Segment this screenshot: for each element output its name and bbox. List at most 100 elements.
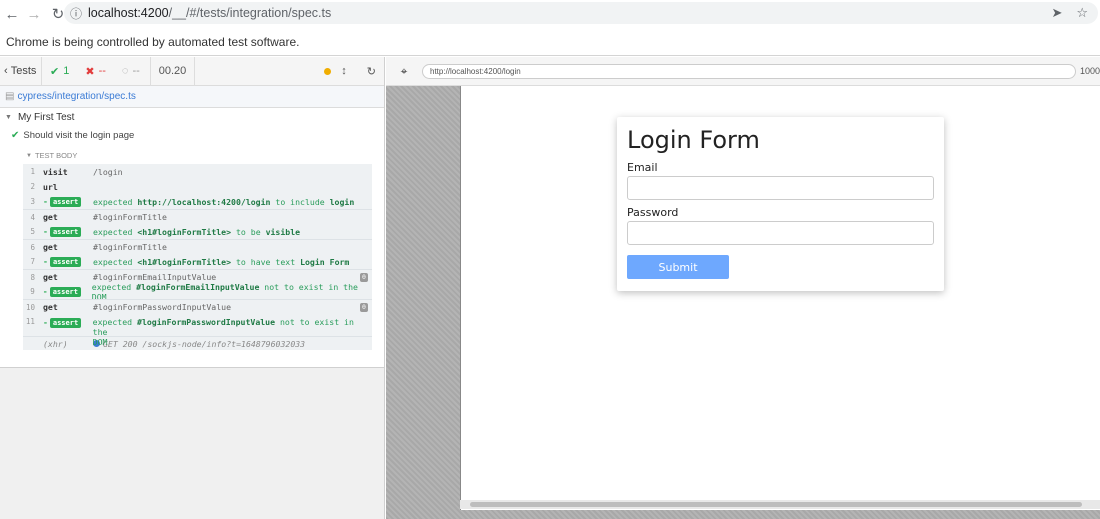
assert-message-part: Login Form	[300, 256, 350, 267]
suite-title-text: My First Test	[17, 111, 75, 123]
scrollbar-thumb[interactable]	[470, 502, 1082, 507]
assert-row[interactable]: 5 - assert expected <h1#loginFormTitle> to …	[23, 224, 372, 239]
assert-label: - assert	[39, 196, 93, 207]
auto-scroll-icon[interactable]: ↕	[341, 65, 347, 77]
command-number: 8	[30, 272, 35, 282]
assert-row[interactable]: 3 - assert expected http://localhost:4200/l…	[23, 194, 372, 209]
assert-badge: assert	[49, 227, 82, 237]
command-row[interactable]: 6 get #loginFormTitle	[23, 239, 372, 254]
bookmark-star-icon[interactable]: ☆	[1076, 5, 1088, 21]
assert-message: expected #loginFormPasswordInputValue no…	[93, 317, 372, 347]
selector-playground-icon[interactable]: ⌖	[386, 64, 422, 79]
assert-badge: assert	[49, 257, 82, 267]
login-form-title: Login Form	[627, 126, 760, 154]
tests-button[interactable]: ‹ Tests	[0, 56, 42, 86]
assert-row[interactable]: 7 - assert expected <h1#loginFormTitle> to …	[23, 254, 372, 269]
assert-message-part: <h1#loginFormTitle>	[137, 256, 232, 267]
spec-file-bar[interactable]: ▤ cypress/integration/spec.ts	[0, 86, 384, 108]
browser-toolbar: ← → ↻ ⓘ localhost:4200/__/#/tests/integr…	[0, 0, 1100, 28]
assert-label: - assert	[39, 317, 93, 328]
duration: 00.20	[149, 56, 196, 86]
email-field[interactable]	[627, 176, 934, 200]
back-arrow-icon[interactable]: ←	[2, 4, 22, 24]
assert-label: - assert	[39, 226, 93, 237]
command-row[interactable]: 1 visit/login	[23, 164, 372, 179]
command-number: 3	[30, 197, 35, 206]
command-number: 9	[30, 287, 35, 296]
test-title[interactable]: ✔ Should visit the login page	[0, 126, 384, 144]
assert-message-part: expected	[93, 256, 138, 267]
command-number: 11	[25, 317, 35, 326]
assert-message-part: login	[329, 196, 355, 207]
command-name: visit	[43, 166, 68, 177]
assert-row[interactable]: 9 - assert expected #loginFormEmailInputVal…	[23, 281, 372, 302]
command-message: /login	[93, 166, 123, 177]
test-body-label-text: TEST BODY	[34, 151, 78, 160]
pending-circle-icon: ◌	[121, 65, 129, 77]
aut-header: ⌖ http://localhost:4200/login 1000	[386, 57, 1100, 86]
info-icon[interactable]: ⓘ	[66, 5, 86, 22]
suite-title[interactable]: ▼ My First Test	[0, 108, 384, 126]
command-name: get	[43, 212, 58, 222]
login-card: Login Form Email Password Submit	[617, 117, 944, 291]
assert-message-part: to have text	[231, 256, 301, 267]
assert-message-part: #loginFormPasswordInputValue	[137, 317, 276, 327]
command-name: url	[43, 181, 58, 192]
status-dot-icon	[324, 67, 332, 75]
command-number: 4	[30, 212, 35, 222]
address-bar[interactable]: ⓘ localhost:4200/__/#/tests/integration/…	[64, 2, 1098, 24]
xhr-label: (xhr)	[43, 338, 68, 349]
test-body-label[interactable]: ▼ TEST BODY	[0, 148, 384, 163]
command-name: get	[43, 242, 58, 252]
passed-stat: ✔ 1	[42, 57, 77, 86]
spec-file-link[interactable]: cypress/integration/spec.ts	[17, 91, 135, 102]
check-icon: ✔	[11, 129, 20, 141]
command-name: get	[43, 302, 58, 312]
command-row[interactable]: 2 url	[23, 179, 372, 194]
pending-count: --	[132, 65, 140, 77]
share-icon[interactable]: ➤	[1051, 5, 1062, 21]
chevron-left-icon: ‹	[4, 65, 11, 77]
command-row[interactable]: 10 get #loginFormPasswordInputValue 0	[23, 299, 372, 314]
assert-message-part: <h1#loginFormTitle>	[137, 226, 232, 237]
password-field[interactable]	[627, 221, 934, 245]
command-number: 10	[25, 302, 35, 312]
restart-icon[interactable]: ↻	[367, 65, 376, 78]
command-name: get	[43, 272, 58, 282]
assert-message-part: expected	[93, 226, 138, 237]
check-icon: ✔	[50, 65, 60, 78]
assert-message-part: #loginFormEmailInputValue	[136, 281, 260, 292]
tests-label: Tests	[10, 65, 37, 77]
viewport-size[interactable]: 1000	[1080, 66, 1100, 76]
horizontal-scrollbar[interactable]	[460, 500, 1100, 509]
passed-count: 1	[63, 65, 70, 77]
assert-message: expected <h1#loginFormTitle> to be visib…	[93, 227, 300, 237]
assert-label: - assert	[39, 256, 93, 267]
aut-url-bar: http://localhost:4200/login	[422, 64, 1076, 79]
command-row[interactable]: 4 get #loginFormTitle	[23, 209, 372, 224]
command-number: 1	[30, 167, 35, 176]
assert-message-part: visible	[265, 226, 301, 237]
assert-message-wrap: DOM	[92, 337, 108, 347]
command-log: 1 visit/login 2 url 3- assert expected http://…	[23, 164, 372, 350]
assert-message: expected http://localhost:4200/login to …	[93, 197, 354, 207]
failed-stat: ✖ --	[77, 57, 114, 86]
email-label: Email	[627, 161, 658, 174]
test-title-text: Should visit the login page	[23, 129, 135, 141]
submit-button[interactable]: Submit	[627, 255, 729, 279]
assert-message-part: to include	[270, 196, 330, 207]
assert-message: expected <h1#loginFormTitle> to have tex…	[93, 257, 349, 267]
assert-row[interactable]: 11 - assert expected #loginFormPasswordInpu…	[23, 314, 372, 347]
caret-down-icon: ▼	[26, 152, 32, 159]
command-message: #loginFormEmailInputValue	[93, 272, 217, 282]
assert-message-part: http://localhost:4200/login	[137, 196, 271, 207]
assert-message-part: expected	[92, 317, 138, 327]
reporter-header: ‹ Tests ✔ 1 ✖ -- ◌ -- 00.20 ↕ ↻	[0, 56, 384, 86]
forward-arrow-icon[interactable]: →	[24, 4, 44, 24]
automation-notice: Chrome is being controlled by automated …	[6, 34, 300, 49]
address-url: localhost:4200/__/#/tests/integration/sp…	[88, 6, 332, 20]
failed-count: --	[98, 65, 106, 77]
assert-message-part: to be	[231, 226, 266, 237]
password-label: Password	[627, 206, 679, 219]
assert-message-part: expected	[93, 196, 138, 207]
